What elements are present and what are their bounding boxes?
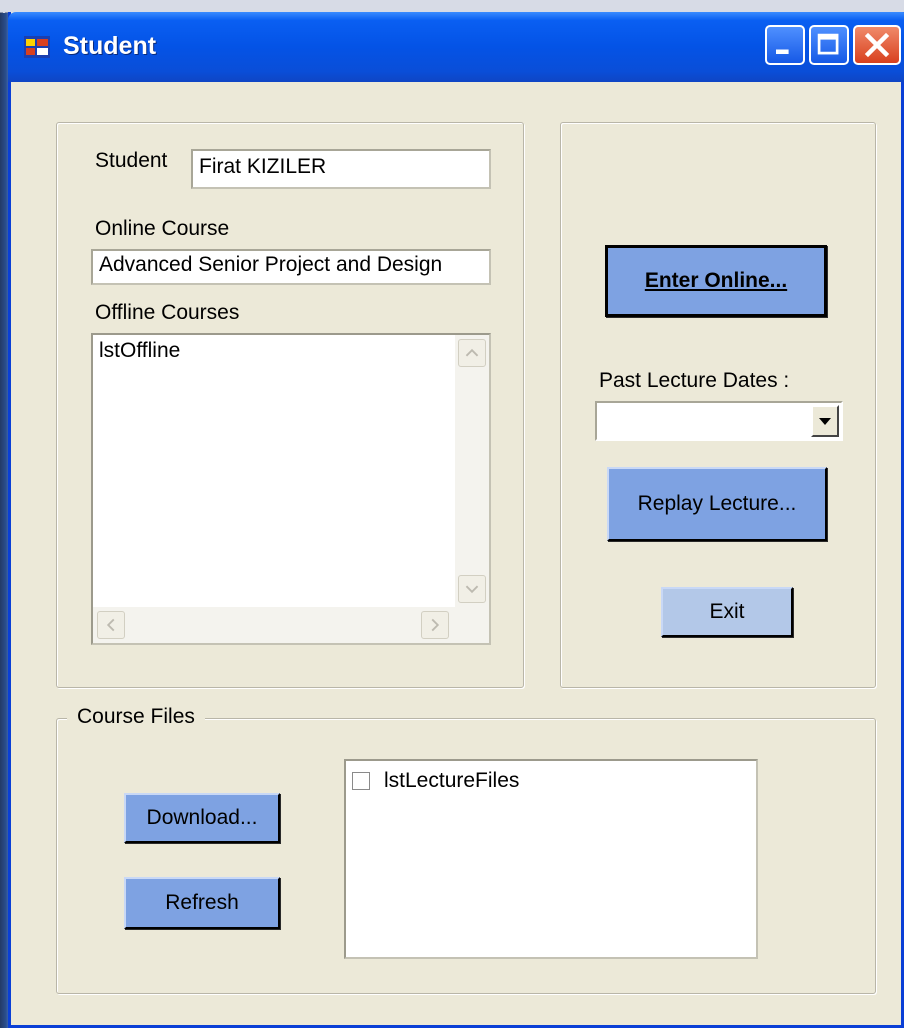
online-course-label: Online Course xyxy=(95,217,230,240)
scroll-up-icon xyxy=(465,348,479,357)
scroll-left-icon xyxy=(106,618,115,632)
title-bar[interactable]: Student xyxy=(8,12,904,82)
maximize-button[interactable] xyxy=(809,25,849,65)
horizontal-scrollbar[interactable] xyxy=(93,607,489,643)
dropdown-arrow-icon xyxy=(819,418,831,425)
app-icon xyxy=(24,36,50,58)
lecture-files-list[interactable]: lstLectureFiles xyxy=(344,759,758,959)
maximize-icon xyxy=(817,33,839,55)
online-course-field[interactable]: Advanced Senior Project and Design xyxy=(91,249,491,285)
scroll-up-button[interactable] xyxy=(458,339,486,367)
scroll-right-icon xyxy=(431,618,440,632)
lecture-file-label: lstLectureFiles xyxy=(384,769,520,792)
close-button[interactable] xyxy=(853,25,901,65)
dropdown-arrow-button[interactable] xyxy=(811,405,839,437)
student-name-field[interactable]: Firat KIZILER xyxy=(191,149,491,189)
vertical-scrollbar[interactable] xyxy=(455,335,489,607)
window-title: Student xyxy=(63,32,157,60)
course-files-group: Course Files Download... Refresh lstLect… xyxy=(56,705,876,994)
scroll-down-button[interactable] xyxy=(458,575,486,603)
list-item[interactable]: lstOffline xyxy=(99,339,180,363)
past-lecture-dates-label: Past Lecture Dates : xyxy=(599,369,790,392)
actions-group: Enter Online... Past Lecture Dates : Rep… xyxy=(560,122,876,688)
offline-courses-label: Offline Courses xyxy=(95,301,240,324)
offline-courses-list[interactable]: lstOffline xyxy=(91,333,491,645)
list-item[interactable]: lstLectureFiles xyxy=(352,769,732,795)
minimize-icon xyxy=(776,49,789,54)
student-label: Student xyxy=(95,149,168,172)
exit-button[interactable]: Exit xyxy=(661,587,793,637)
scroll-left-button[interactable] xyxy=(97,611,125,639)
past-lecture-dates-dropdown[interactable] xyxy=(595,401,843,441)
lecture-file-checkbox[interactable] xyxy=(352,772,370,790)
scroll-down-icon xyxy=(465,585,479,594)
student-window: Student Student Firat KIZILER Online Cou… xyxy=(8,12,904,1028)
scroll-right-button[interactable] xyxy=(421,611,449,639)
download-button[interactable]: Download... xyxy=(124,793,280,843)
refresh-button[interactable]: Refresh xyxy=(124,877,280,929)
enter-online-button[interactable]: Enter Online... xyxy=(605,245,827,317)
course-files-legend: Course Files xyxy=(67,705,205,729)
replay-lecture-button[interactable]: Replay Lecture... xyxy=(607,467,827,541)
close-icon xyxy=(864,32,890,58)
student-info-group: Student Firat KIZILER Online Course Adva… xyxy=(56,122,524,688)
minimize-button[interactable] xyxy=(765,25,805,65)
